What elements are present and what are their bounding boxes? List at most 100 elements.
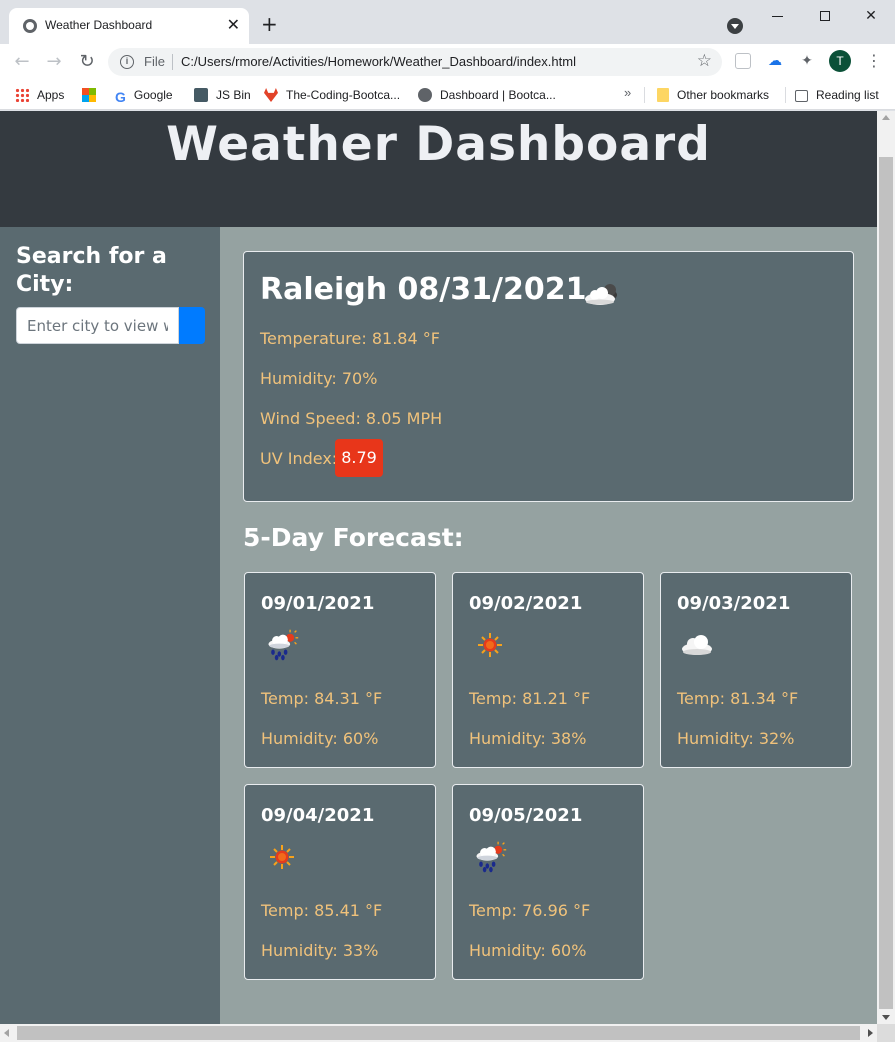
forecast-date: 09/02/2021 bbox=[469, 593, 583, 614]
puzzle-icon[interactable]: ✦ bbox=[798, 52, 816, 70]
bookmark-google[interactable]: G Google bbox=[115, 86, 173, 105]
apps-grid-icon bbox=[15, 88, 29, 102]
microsoft-icon bbox=[82, 88, 96, 102]
forecast-card: 09/05/2021 Temp: 76.96 °F Humidity: 60% bbox=[452, 784, 644, 980]
bookmark-label: JS Bin bbox=[216, 88, 251, 102]
browser-tab[interactable]: Weather Dashboard ✕ bbox=[9, 8, 249, 44]
bookmarks-bar: Apps G Google JS Bin The-Coding-Bootca...… bbox=[0, 80, 895, 110]
forecast-humidity: Humidity: 32% bbox=[677, 729, 795, 748]
close-window-button[interactable]: ✕ bbox=[856, 4, 886, 28]
gitlab-icon bbox=[264, 88, 278, 102]
extension-icon[interactable] bbox=[735, 53, 751, 69]
folder-icon bbox=[657, 88, 669, 102]
bookmark-label: Reading list bbox=[816, 88, 879, 102]
forecast-date: 09/04/2021 bbox=[261, 805, 375, 826]
horizontal-scrollbar[interactable] bbox=[0, 1024, 877, 1042]
bookmark-dashboard[interactable]: Dashboard | Bootca... bbox=[418, 86, 556, 104]
forecast-humidity: Humidity: 60% bbox=[261, 729, 379, 748]
forecast-date: 09/03/2021 bbox=[677, 593, 791, 614]
maximize-button[interactable] bbox=[810, 4, 840, 28]
scroll-right-arrow-icon[interactable] bbox=[868, 1029, 873, 1037]
sun-icon bbox=[269, 844, 295, 870]
url-text[interactable]: C:/Users/rmore/Activities/Homework/Weath… bbox=[181, 54, 576, 69]
bookmark-label: Other bookmarks bbox=[677, 88, 770, 102]
reading-list[interactable]: Reading list bbox=[795, 86, 879, 104]
reading-list-icon bbox=[795, 90, 808, 102]
sun-icon bbox=[477, 632, 503, 658]
page-header: Weather Dashboard bbox=[0, 111, 877, 227]
star-icon[interactable]: ☆ bbox=[697, 51, 712, 71]
forecast-title: 5-Day Forecast: bbox=[243, 523, 464, 552]
new-tab-button[interactable]: + bbox=[261, 12, 278, 36]
current-wind-speed: Wind Speed: 8.05 MPH bbox=[260, 409, 443, 428]
page-viewport: Weather Dashboard Search for a City: Ral… bbox=[0, 111, 877, 1024]
address-bar[interactable]: i File C:/Users/rmore/Activities/Homewor… bbox=[108, 48, 722, 76]
scrollbar-thumb[interactable] bbox=[17, 1026, 860, 1040]
forecast-card: 09/04/2021 Temp: 85.41 °F Humidity: 33% bbox=[244, 784, 436, 980]
google-icon: G bbox=[115, 89, 126, 105]
forecast-humidity: Humidity: 38% bbox=[469, 729, 587, 748]
bookmark-label: Apps bbox=[37, 88, 65, 102]
search-sidebar: Search for a City: bbox=[0, 227, 220, 1024]
jsbin-icon bbox=[194, 88, 208, 102]
city-search-input[interactable] bbox=[16, 307, 179, 344]
bookmark-apps[interactable]: Apps bbox=[15, 86, 64, 104]
browser-toolbar: ← → ↻ i File C:/Users/rmore/Activities/H… bbox=[0, 44, 895, 80]
current-temperature: Temperature: 81.84 °F bbox=[260, 329, 440, 348]
url-scheme: File bbox=[144, 54, 165, 69]
scroll-left-arrow-icon[interactable] bbox=[4, 1029, 9, 1037]
forecast-humidity: Humidity: 60% bbox=[469, 941, 587, 960]
scroll-up-arrow-icon[interactable] bbox=[882, 115, 890, 120]
forward-arrow-icon[interactable]: → bbox=[42, 50, 66, 74]
forecast-temp: Temp: 84.31 °F bbox=[261, 689, 383, 708]
partly-cloudy-icon bbox=[585, 284, 617, 305]
current-humidity: Humidity: 70% bbox=[260, 369, 378, 388]
forecast-temp: Temp: 81.21 °F bbox=[469, 689, 591, 708]
bookmark-coding-bootcamp[interactable]: The-Coding-Bootca... bbox=[264, 86, 400, 104]
divider bbox=[785, 87, 786, 103]
bookmark-microsoft[interactable] bbox=[82, 86, 104, 104]
bookmark-jsbin[interactable]: JS Bin bbox=[194, 86, 251, 104]
current-weather-card: Raleigh 08/31/2021 Temperature: 81.84 °F… bbox=[243, 251, 854, 502]
forecast-card: 09/02/2021 Temp: 81.21 °F Humidity: 38% bbox=[452, 572, 644, 768]
search-button[interactable] bbox=[179, 307, 205, 344]
globe-icon bbox=[23, 19, 37, 33]
bookmark-label: Google bbox=[133, 88, 173, 102]
profile-avatar[interactable]: T bbox=[829, 50, 851, 72]
menu-kebab-icon[interactable]: ⋮ bbox=[866, 50, 882, 72]
reload-icon[interactable]: ↻ bbox=[75, 50, 99, 74]
back-arrow-icon[interactable]: ← bbox=[10, 50, 34, 74]
tab-search-icon[interactable] bbox=[727, 18, 743, 34]
bookmark-label: The-Coding-Bootca... bbox=[286, 88, 401, 102]
tab-strip: Weather Dashboard ✕ + ✕ bbox=[0, 0, 895, 44]
forecast-card: 09/01/2021 Temp: 84.31 °F Humidity: 60% bbox=[244, 572, 436, 768]
divider bbox=[644, 87, 645, 103]
search-heading: Search for a City: bbox=[16, 244, 167, 297]
scroll-down-arrow-icon[interactable] bbox=[882, 1015, 890, 1020]
scrollbar-thumb[interactable] bbox=[879, 157, 893, 1009]
page-title: Weather Dashboard bbox=[166, 117, 711, 172]
rain-sun-icon bbox=[475, 841, 507, 873]
forecast-temp: Temp: 76.96 °F bbox=[469, 901, 591, 920]
current-city-date: Raleigh 08/31/2021 bbox=[260, 272, 587, 307]
forecast-humidity: Humidity: 33% bbox=[261, 941, 379, 960]
bookmark-label: Dashboard | Bootca... bbox=[440, 88, 556, 102]
rain-sun-icon bbox=[267, 629, 299, 661]
chevron-more-icon[interactable]: » bbox=[624, 85, 631, 100]
forecast-card: 09/03/2021 Temp: 81.34 °F Humidity: 32% bbox=[660, 572, 852, 768]
globe-icon bbox=[418, 88, 432, 102]
minimize-button[interactable] bbox=[762, 4, 792, 28]
divider bbox=[172, 54, 173, 70]
forecast-date: 09/01/2021 bbox=[261, 593, 375, 614]
forecast-date: 09/05/2021 bbox=[469, 805, 583, 826]
vertical-scrollbar[interactable] bbox=[877, 111, 895, 1024]
uv-index-badge: 8.79 bbox=[335, 439, 383, 477]
scrollbar-corner bbox=[877, 1024, 895, 1042]
info-icon[interactable]: i bbox=[120, 55, 134, 69]
cloud-extension-icon[interactable]: ☁ bbox=[766, 52, 784, 70]
forecast-temp: Temp: 81.34 °F bbox=[677, 689, 799, 708]
close-tab-icon[interactable]: ✕ bbox=[227, 14, 240, 36]
bookmark-other[interactable]: Other bookmarks bbox=[657, 86, 769, 104]
uv-index-label: UV Index: bbox=[260, 449, 338, 468]
cloud-icon bbox=[682, 635, 712, 655]
